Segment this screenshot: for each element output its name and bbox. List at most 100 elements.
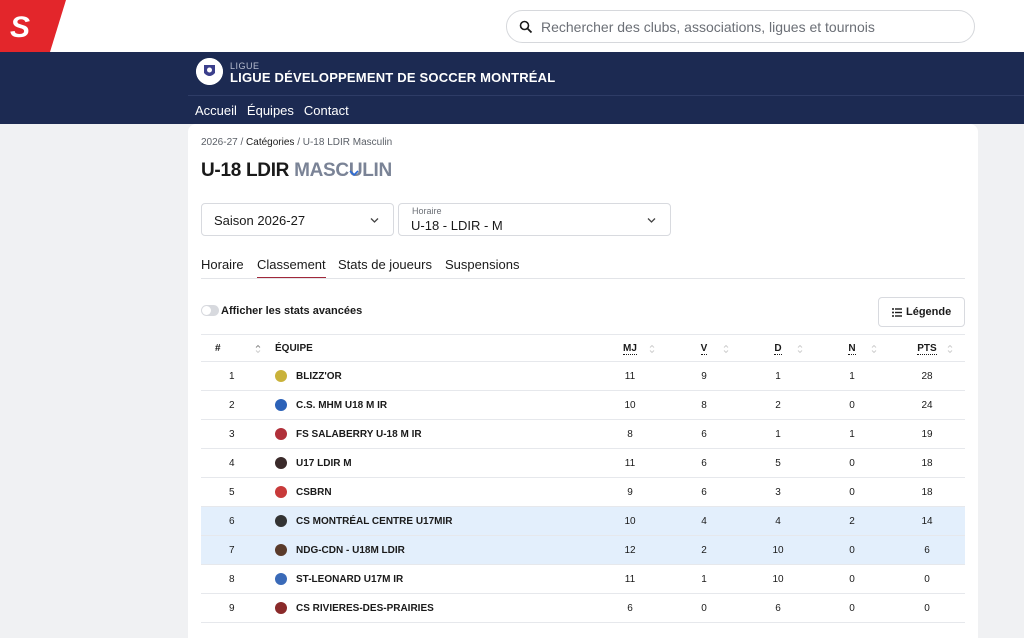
rank-cell: 9 [201,593,275,623]
team-name[interactable]: CS RIVIERES-DES-PRAIRIES [296,603,434,614]
league-header [0,52,1024,124]
breadcrumb-season[interactable]: 2026-27 [201,137,238,148]
team-logo-icon [275,370,287,382]
ties-cell: 1 [815,361,889,391]
ties-cell: 0 [815,535,889,565]
table-row[interactable]: 9 CS RIVIERES-DES-PRAIRIES 6 0 6 0 0 [201,593,965,623]
breadcrumb-categories[interactable]: Catégories [246,137,294,148]
search-icon [519,20,533,34]
points-cell: 19 [889,419,965,449]
season-select-value: Saison 2026-27 [214,213,306,228]
team-name[interactable]: C.S. MHM U18 M IR [296,400,387,411]
losses-cell: 6 [741,593,815,623]
table-row[interactable]: 4 U17 LDIR M 11 6 5 0 18 [201,448,965,478]
team-logo-icon [275,515,287,527]
table-row[interactable]: 7 NDG-CDN - U18M LDIR 12 2 10 0 6 [201,535,965,565]
losses-cell: 10 [741,564,815,594]
ties-cell: 0 [815,448,889,478]
tab-player-stats[interactable]: Stats de joueurs [338,257,432,279]
table-row[interactable]: 1 BLIZZ'OR 11 9 1 1 28 [201,361,965,391]
rank-cell: 6 [201,506,275,536]
points-cell: 0 [889,564,965,594]
app-logo-icon[interactable]: S [0,0,66,52]
team-logo-icon [275,399,287,411]
tab-standings[interactable]: Classement [257,257,326,279]
wins-cell: 1 [667,564,741,594]
season-select[interactable]: Saison 2026-27 [201,203,394,236]
wins-cell: 6 [667,448,741,478]
list-icon [892,308,902,317]
ties-cell: 2 [815,506,889,536]
points-cell: 24 [889,390,965,420]
table-row[interactable]: 3 FS SALABERRY U-18 M IR 8 6 1 1 19 [201,419,965,449]
team-logo-icon [275,544,287,556]
schedule-select-value: U-18 - LDIR - M [411,218,503,233]
ties-cell: 0 [815,390,889,420]
table-row[interactable]: 8 ST-LEONARD U17M IR 11 1 10 0 0 [201,564,965,594]
sort-icon [255,344,261,354]
schedule-select-label: Horaire [412,206,442,216]
wins-cell: 2 [667,535,741,565]
losses-cell: 4 [741,506,815,536]
legend-button[interactable]: Légende [878,297,965,327]
tab-schedule[interactable]: Horaire [201,257,244,279]
col-header-gp[interactable]: MJ [593,334,667,362]
search-box[interactable]: Rechercher des clubs, associations, ligu… [506,10,975,43]
wins-cell: 4 [667,506,741,536]
title-main: U-18 LDIR [201,160,290,181]
league-name[interactable]: LIGUE DÉVELOPPEMENT DE SOCCER MONTRÉAL [230,70,555,85]
team-name[interactable]: NDG-CDN - U18M LDIR [296,545,405,556]
col-header-wins[interactable]: V [667,334,741,362]
nav-item-home[interactable]: Accueil [195,103,237,118]
gp-cell: 11 [593,448,667,478]
tab-suspensions[interactable]: Suspensions [445,257,519,279]
losses-cell: 10 [741,535,815,565]
nav-item-contact[interactable]: Contact [304,103,349,118]
search-input[interactable]: Rechercher des clubs, associations, ligu… [541,19,875,35]
losses-cell: 5 [741,448,815,478]
col-header-rank[interactable]: # [201,334,275,362]
team-name[interactable]: CS MONTRÉAL CENTRE U17MIR [296,516,453,527]
team-name[interactable]: CSBRN [296,487,332,498]
col-header-losses[interactable]: D [741,334,815,362]
rank-cell: 5 [201,477,275,507]
standings-table: # ÉQUIPE MJ V D N PTS 1 BLIZZ'OR 11 9 1 … [201,334,965,623]
league-logo-icon [196,58,223,85]
page-title: U-18 LDIR MASCULIN [201,160,392,182]
col-header-ties[interactable]: N [815,334,889,362]
losses-cell: 3 [741,477,815,507]
table-row[interactable]: 5 CSBRN 9 6 3 0 18 [201,477,965,507]
col-header-team[interactable]: ÉQUIPE [275,334,593,362]
wins-cell: 6 [667,419,741,449]
sort-icon [723,344,729,354]
team-name[interactable]: FS SALABERRY U-18 M IR [296,429,422,440]
chevron-down-icon[interactable] [348,168,360,178]
schedule-select[interactable]: Horaire U-18 - LDIR - M [398,203,671,236]
advanced-stats-toggle[interactable] [201,305,219,316]
nav-item-teams[interactable]: Équipes [247,103,294,118]
team-name[interactable]: BLIZZ'OR [296,371,342,382]
divider [188,95,1024,96]
losses-cell: 1 [741,361,815,391]
team-name[interactable]: ST-LEONARD U17M IR [296,574,403,585]
advanced-stats-label: Afficher les stats avancées [221,305,363,317]
wins-cell: 8 [667,390,741,420]
rank-cell: 8 [201,564,275,594]
table-row[interactable]: 6 CS MONTRÉAL CENTRE U17MIR 10 4 4 2 14 [201,506,965,536]
points-cell: 18 [889,448,965,478]
team-logo-icon [275,602,287,614]
gp-cell: 11 [593,361,667,391]
ties-cell: 0 [815,593,889,623]
rank-cell: 2 [201,390,275,420]
ties-cell: 0 [815,477,889,507]
points-cell: 28 [889,361,965,391]
gp-cell: 11 [593,564,667,594]
gp-cell: 12 [593,535,667,565]
team-name[interactable]: U17 LDIR M [296,458,352,469]
col-header-points[interactable]: PTS [889,334,965,362]
losses-cell: 2 [741,390,815,420]
table-row[interactable]: 2 C.S. MHM U18 M IR 10 8 2 0 24 [201,390,965,420]
points-cell: 0 [889,593,965,623]
table-header-row: # ÉQUIPE MJ V D N PTS [201,334,965,362]
tabs-divider [201,278,965,279]
